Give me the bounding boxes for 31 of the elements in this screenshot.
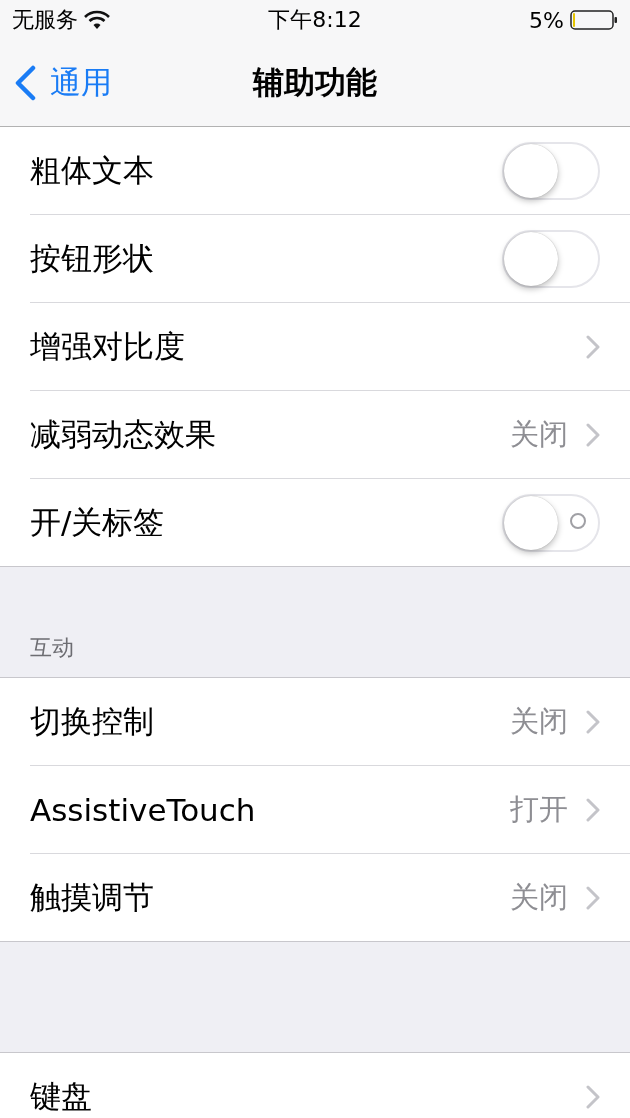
- setting-value: 打开: [510, 790, 568, 828]
- setting-value: 关闭: [510, 878, 568, 916]
- setting-label: 开/关标签: [30, 502, 166, 542]
- setting-label: 粗体文本: [30, 150, 155, 190]
- setting-label: 增强对比度: [30, 326, 186, 366]
- battery-percent: 5%: [529, 7, 564, 33]
- toggle-switch[interactable]: [502, 493, 600, 552]
- chevron-icon[interactable]: [586, 334, 600, 359]
- wifi-icon: [84, 10, 110, 30]
- setting-label: 按钮形状: [30, 238, 155, 278]
- setting-label: 键盘: [30, 1076, 93, 1116]
- setting-label: 切换控制: [30, 701, 155, 741]
- battery-icon: [570, 10, 618, 30]
- chevron-icon[interactable]: [586, 1084, 600, 1109]
- setting-label: 减弱动态效果: [30, 414, 217, 454]
- clock-text: 下午8:12: [268, 6, 362, 34]
- chevron-icon[interactable]: [586, 797, 600, 822]
- toggle-switch[interactable]: [502, 141, 600, 200]
- setting-label: 触摸调节: [30, 877, 155, 917]
- setting-label: AssistiveTouch: [30, 791, 257, 828]
- section-header: 互动: [30, 634, 74, 662]
- back-button[interactable]: 通用: [0, 62, 112, 104]
- setting-value: 关闭: [510, 702, 568, 740]
- chevron-icon[interactable]: [586, 709, 600, 734]
- setting-value: 关闭: [510, 415, 568, 453]
- carrier-text: 无服务: [12, 6, 78, 34]
- chevron-icon[interactable]: [586, 885, 600, 910]
- chevron-icon[interactable]: [586, 422, 600, 447]
- toggle-switch[interactable]: [502, 229, 600, 288]
- back-chevron-icon[interactable]: [14, 65, 36, 101]
- screen-title: 辅助功能: [253, 63, 377, 102]
